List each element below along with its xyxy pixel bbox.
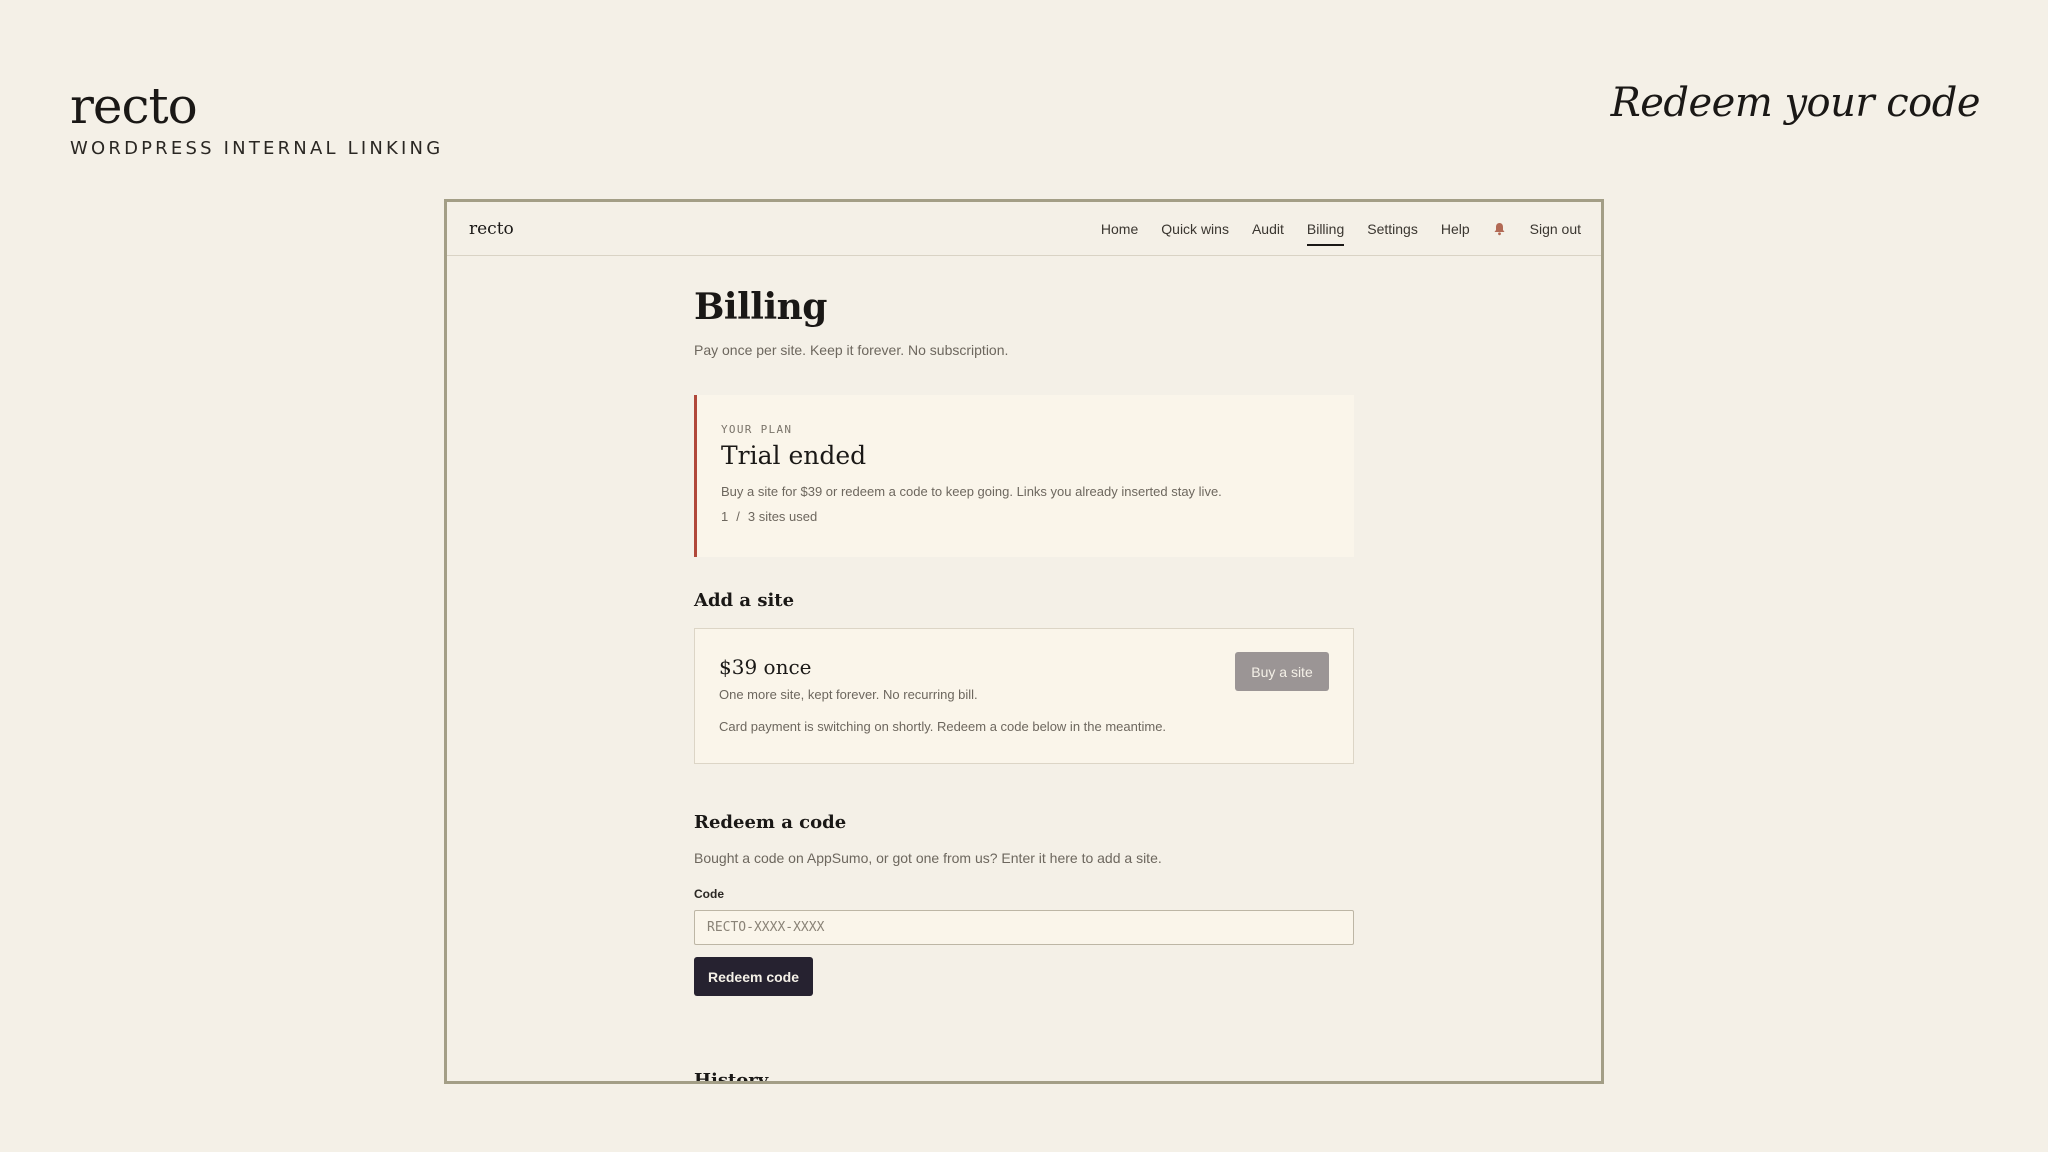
add-site-title: Add a site — [694, 590, 795, 611]
app-window: recto Home Quick wins Audit Billing Sett… — [444, 199, 1604, 1084]
sites-used-count: 1 — [721, 509, 729, 524]
nav-help[interactable]: Help — [1441, 215, 1470, 243]
nav-audit[interactable]: Audit — [1252, 215, 1284, 243]
page-headline: Redeem your code — [1610, 80, 1981, 126]
plan-eyebrow: YOUR PLAN — [721, 423, 793, 436]
code-input[interactable] — [694, 910, 1354, 945]
bell-icon-graphic — [1494, 222, 1505, 235]
nav-quick-wins[interactable]: Quick wins — [1161, 215, 1229, 243]
brand-name: recto — [70, 77, 198, 135]
billing-content: Billing Pay once per site. Keep it forev… — [694, 256, 1354, 1084]
redeem-description: Bought a code on AppSumo, or got one fro… — [694, 850, 1162, 866]
nav-sign-out[interactable]: Sign out — [1530, 215, 1581, 243]
page-title: Billing — [694, 286, 827, 328]
add-site-card: $39 once One more site, kept forever. No… — [694, 628, 1354, 764]
redeem-title: Redeem a code — [694, 812, 847, 833]
sites-total: 3 sites used — [747, 509, 818, 524]
app-logo[interactable]: recto — [469, 219, 514, 239]
plan-description: Buy a site for $39 or redeem a code to k… — [721, 484, 1222, 499]
plan-card: YOUR PLAN Trial ended Buy a site for $39… — [694, 395, 1354, 557]
brand-block: recto WORDPRESS INTERNAL LINKING — [70, 78, 443, 159]
code-label: Code — [694, 887, 724, 901]
history-title: History — [694, 1070, 769, 1084]
usage-separator: / — [736, 509, 740, 524]
page-subtitle: Pay once per site. Keep it forever. No s… — [694, 342, 1009, 358]
buy-site-button[interactable]: Buy a site — [1235, 652, 1329, 691]
nav-settings[interactable]: Settings — [1367, 215, 1418, 243]
nav-billing[interactable]: Billing — [1306, 215, 1345, 246]
nav-home[interactable]: Home — [1101, 215, 1138, 243]
plan-usage: 1 / 3 sites used — [721, 509, 1330, 524]
payment-note: Card payment is switching on shortly. Re… — [719, 719, 1167, 734]
bell-icon[interactable] — [1493, 222, 1507, 236]
top-navigation: recto Home Quick wins Audit Billing Sett… — [447, 202, 1601, 256]
redeem-code-button[interactable]: Redeem code — [694, 957, 813, 996]
nav-links: Home Quick wins Audit Billing Settings H… — [1101, 215, 1581, 246]
plan-status: Trial ended — [721, 441, 867, 470]
brand-tagline: WORDPRESS INTERNAL LINKING — [70, 138, 444, 159]
